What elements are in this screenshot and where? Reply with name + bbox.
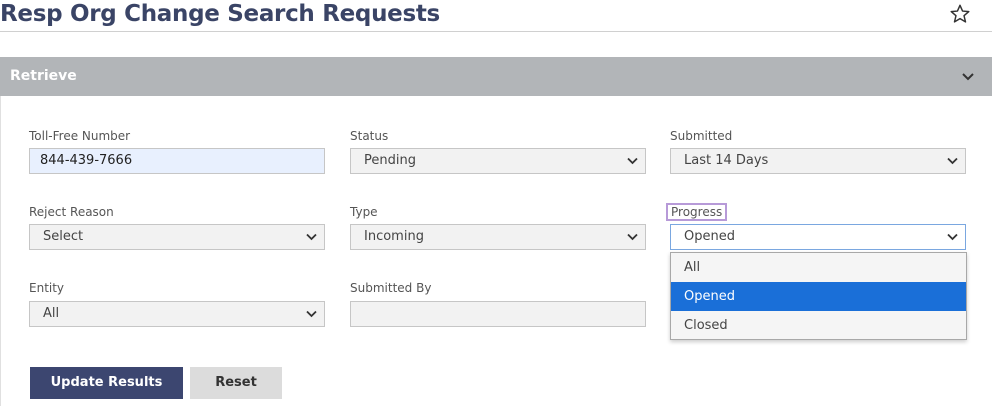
status-value: Pending (364, 153, 416, 168)
page-title: Resp Org Change Search Requests (0, 1, 440, 27)
reject-reason-value: Select (43, 229, 84, 244)
reset-button[interactable]: Reset (190, 367, 282, 399)
chevron-down-icon (947, 233, 958, 241)
reject-reason-label: Reject Reason (29, 205, 114, 219)
submitted-value: Last 14 Days (684, 153, 769, 168)
chevron-down-icon (306, 233, 317, 241)
toll-free-number-label: Toll-Free Number (29, 129, 131, 143)
submitted-by-label: Submitted By (350, 281, 432, 295)
type-value: Incoming (364, 229, 424, 244)
submitted-by-input[interactable] (350, 301, 646, 327)
retrieve-panel-header[interactable]: Retrieve (0, 57, 992, 96)
progress-label: Progress (666, 203, 728, 221)
progress-option-opened[interactable]: Opened (671, 282, 966, 311)
entity-label: Entity (29, 281, 65, 295)
progress-option-all[interactable]: All (671, 253, 966, 282)
progress-select[interactable]: Opened (670, 224, 966, 250)
status-label: Status (350, 129, 389, 143)
chevron-down-icon (947, 157, 958, 165)
progress-value: Opened (684, 229, 735, 244)
panel-title: Retrieve (10, 68, 77, 84)
type-select[interactable]: Incoming (350, 224, 646, 250)
entity-select[interactable]: All (29, 301, 325, 327)
entity-value: All (43, 306, 60, 321)
submitted-label: Submitted (670, 129, 733, 143)
toll-free-number-input[interactable]: 844-439-7666 (29, 148, 325, 174)
retrieve-panel-body (0, 96, 992, 406)
chevron-down-icon (627, 233, 638, 241)
chevron-down-icon[interactable] (960, 69, 976, 85)
chevron-down-icon (627, 157, 638, 165)
status-select[interactable]: Pending (350, 148, 646, 174)
update-results-button[interactable]: Update Results (30, 367, 183, 399)
submitted-select[interactable]: Last 14 Days (670, 148, 966, 174)
progress-dropdown-list: All Opened Closed (670, 252, 967, 340)
type-label: Type (350, 205, 378, 219)
star-icon[interactable] (949, 3, 971, 25)
progress-option-closed[interactable]: Closed (671, 311, 966, 340)
chevron-down-icon (306, 310, 317, 318)
title-divider (0, 31, 992, 32)
toll-free-number-value: 844-439-7666 (40, 153, 133, 168)
reject-reason-select[interactable]: Select (29, 224, 325, 250)
